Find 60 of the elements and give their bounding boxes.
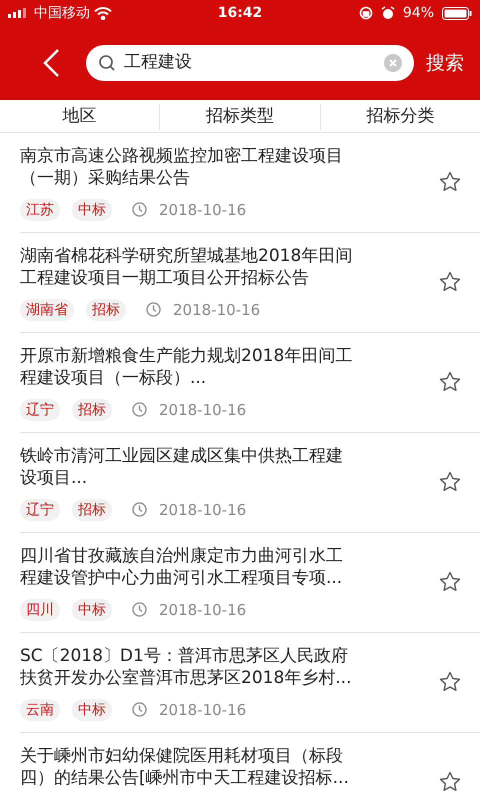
battery-percent: 94%: [402, 4, 434, 22]
region-tag: 四川: [20, 598, 60, 621]
search-icon: [98, 54, 116, 72]
filter-tab[interactable]: 招标类型: [206, 104, 274, 130]
item-date: 2018-10-16: [159, 700, 246, 720]
item-title-line[interactable]: 工程建设项目一期工项目公开招标公告: [20, 266, 309, 288]
item-date: 2018-10-16: [159, 500, 246, 520]
item-date: 2018-10-16: [159, 600, 246, 620]
region-tag: 辽宁: [20, 498, 60, 521]
star-icon[interactable]: [438, 370, 462, 394]
wifi-icon: [94, 6, 112, 20]
search-button[interactable]: 搜索: [426, 48, 464, 78]
carrier-name: 中国移动: [34, 4, 90, 22]
star-icon[interactable]: [438, 470, 462, 494]
rotation-lock-icon: [358, 6, 373, 20]
star-icon[interactable]: [438, 770, 462, 794]
item-title-line[interactable]: 铁岭市清河工业园区建成区集中供热工程建: [20, 444, 343, 466]
status-time: 16:42: [218, 4, 262, 22]
item-date: 2018-10-16: [173, 300, 260, 320]
search-field[interactable]: 工程建设: [86, 45, 414, 81]
item-title-line[interactable]: 湖南省棉花科学研究所望城基地2018年田间: [20, 244, 352, 266]
item-title-line[interactable]: 设项目...: [20, 466, 88, 488]
item-title-line[interactable]: 扶贫开发办公室普洱市思茅区2018年乡村...: [20, 666, 352, 688]
type-tag: 中标: [72, 698, 112, 721]
item-title-line[interactable]: 开原市新增粮食生产能力规划2018年田间工: [20, 344, 352, 366]
alarm-icon: [380, 6, 395, 20]
item-title-line[interactable]: （一期）采购结果公告: [20, 166, 190, 188]
type-tag: 招标: [72, 398, 112, 421]
star-icon[interactable]: [438, 670, 462, 694]
type-tag: 中标: [72, 598, 112, 621]
type-tag: 招标: [72, 498, 112, 521]
clock-icon: [132, 602, 147, 618]
item-title-line[interactable]: SC〔2018〕D1号：普洱市思茅区人民政府: [20, 644, 348, 666]
clock-icon: [132, 202, 147, 218]
filter-tab[interactable]: 地区: [62, 104, 97, 130]
item-title-line[interactable]: 四）的结果公告[嵊州市中天工程建设招标...: [20, 766, 349, 788]
item-title-line[interactable]: 四川省甘孜藏族自治州康定市力曲河引水工: [20, 544, 343, 566]
type-tag: 招标: [86, 298, 126, 321]
item-title-line[interactable]: 程建设管护中心力曲河引水工程项目专项...: [20, 566, 342, 588]
clock-icon: [132, 702, 147, 718]
region-tag: 江苏: [20, 198, 60, 221]
star-icon[interactable]: [438, 170, 462, 194]
item-title-line[interactable]: 南京市高速公路视频监控加密工程建设项目: [20, 144, 343, 166]
item-title-line[interactable]: 程建设项目（一标段）...: [20, 366, 206, 388]
battery-icon: [442, 6, 472, 20]
back-icon: [42, 48, 60, 78]
clock-icon: [146, 302, 161, 318]
star-icon[interactable]: [438, 270, 462, 294]
item-title-line[interactable]: 关于嵊州市妇幼保健院医用耗材项目（标段: [20, 744, 343, 766]
type-tag: 中标: [72, 198, 112, 221]
filter-tab[interactable]: 招标分类: [366, 104, 434, 130]
star-icon[interactable]: [438, 570, 462, 594]
region-tag: 云南: [20, 698, 60, 721]
item-date: 2018-10-16: [159, 200, 246, 220]
item-date: 2018-10-16: [159, 400, 246, 420]
region-tag: 辽宁: [20, 398, 60, 421]
region-tag: 湖南省: [20, 298, 74, 321]
search-input[interactable]: 工程建设: [124, 50, 376, 76]
clock-icon: [132, 402, 147, 418]
clock-icon: [132, 502, 147, 518]
